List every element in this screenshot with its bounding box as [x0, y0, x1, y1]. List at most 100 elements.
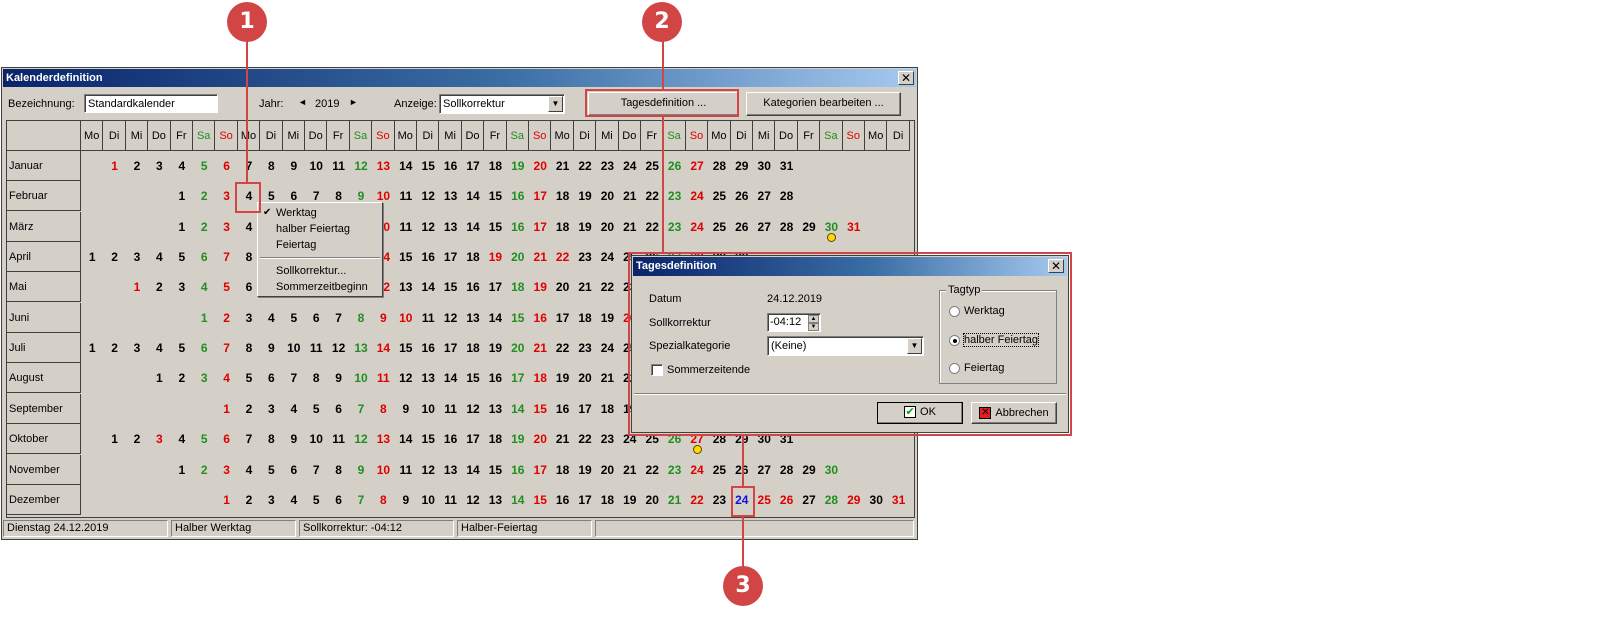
- day-cell[interactable]: 24: [686, 212, 708, 242]
- day-cell[interactable]: 4: [171, 151, 193, 181]
- day-cell[interactable]: 27: [686, 151, 708, 181]
- day-cell[interactable]: 25: [708, 181, 730, 211]
- day-cell[interactable]: 18: [462, 242, 484, 272]
- day-cell[interactable]: 2: [148, 272, 170, 302]
- day-cell[interactable]: 10: [305, 151, 327, 181]
- day-cell[interactable]: 20: [507, 333, 529, 363]
- day-cell[interactable]: 20: [596, 212, 618, 242]
- day-cell[interactable]: 21: [551, 151, 573, 181]
- day-cell[interactable]: 24: [686, 181, 708, 211]
- day-cell[interactable]: 13: [395, 272, 417, 302]
- day-cell[interactable]: 18: [484, 424, 506, 454]
- day-cell[interactable]: 16: [507, 212, 529, 242]
- day-cell[interactable]: 19: [507, 151, 529, 181]
- day-cell[interactable]: 11: [372, 363, 394, 393]
- day-cell[interactable]: 27: [753, 212, 775, 242]
- day-cell[interactable]: 10: [283, 333, 305, 363]
- day-cell[interactable]: 4: [148, 242, 170, 272]
- day-cell[interactable]: 12: [462, 485, 484, 515]
- day-cell[interactable]: 19: [484, 333, 506, 363]
- day-cell[interactable]: 30: [820, 455, 842, 485]
- day-cell[interactable]: 17: [529, 181, 551, 211]
- day-cell[interactable]: 1: [126, 272, 148, 302]
- day-cell[interactable]: 16: [529, 303, 551, 333]
- day-cell[interactable]: 11: [439, 394, 461, 424]
- day-cell[interactable]: 13: [417, 363, 439, 393]
- day-cell[interactable]: 10: [417, 394, 439, 424]
- day-cell[interactable]: 19: [529, 272, 551, 302]
- day-cell[interactable]: 1: [215, 485, 237, 515]
- day-cell[interactable]: 5: [215, 272, 237, 302]
- day-cell[interactable]: 14: [395, 151, 417, 181]
- day-cell[interactable]: 15: [462, 363, 484, 393]
- day-cell[interactable]: 11: [395, 212, 417, 242]
- day-cell[interactable]: 9: [395, 394, 417, 424]
- day-cell[interactable]: 14: [417, 272, 439, 302]
- day-cell[interactable]: 1: [171, 455, 193, 485]
- day-cell[interactable]: 11: [305, 333, 327, 363]
- day-cell[interactable]: 14: [395, 424, 417, 454]
- day-cell[interactable]: 20: [641, 485, 663, 515]
- day-cell[interactable]: 6: [283, 455, 305, 485]
- menu-item-feiertag[interactable]: Feiertag: [258, 237, 382, 253]
- day-cell[interactable]: 29: [798, 212, 820, 242]
- day-cell[interactable]: 3: [260, 394, 282, 424]
- day-cell[interactable]: 12: [417, 455, 439, 485]
- day-cell[interactable]: 15: [529, 394, 551, 424]
- day-cell[interactable]: 15: [417, 424, 439, 454]
- day-cell[interactable]: 19: [574, 455, 596, 485]
- day-cell[interactable]: 1: [193, 303, 215, 333]
- day-cell[interactable]: 5: [193, 424, 215, 454]
- day-cell[interactable]: 16: [507, 181, 529, 211]
- day-cell[interactable]: 4: [215, 363, 237, 393]
- day-cell[interactable]: 4: [283, 485, 305, 515]
- day-cell[interactable]: 2: [126, 151, 148, 181]
- menu-item-werktag[interactable]: ✔ Werktag: [258, 205, 382, 221]
- day-cell[interactable]: 12: [417, 181, 439, 211]
- day-cell[interactable]: 3: [215, 455, 237, 485]
- day-cell[interactable]: 29: [843, 485, 865, 515]
- day-cell[interactable]: 22: [551, 242, 573, 272]
- day-cell[interactable]: 21: [551, 424, 573, 454]
- day-cell[interactable]: 17: [439, 333, 461, 363]
- day-cell[interactable]: 7: [350, 485, 372, 515]
- day-cell[interactable]: 22: [574, 151, 596, 181]
- day-cell[interactable]: 28: [775, 212, 797, 242]
- day-cell[interactable]: 3: [126, 242, 148, 272]
- day-cell[interactable]: 17: [439, 242, 461, 272]
- day-cell[interactable]: 20: [507, 242, 529, 272]
- day-cell[interactable]: 22: [641, 212, 663, 242]
- day-cell[interactable]: 15: [395, 333, 417, 363]
- day-cell[interactable]: 28: [775, 181, 797, 211]
- day-cell[interactable]: 27: [753, 455, 775, 485]
- menu-item-sollkorrektur[interactable]: Sollkorrektur...: [258, 263, 382, 279]
- day-cell[interactable]: 2: [171, 363, 193, 393]
- day-cell[interactable]: 17: [484, 272, 506, 302]
- day-cell[interactable]: 9: [283, 424, 305, 454]
- day-cell[interactable]: 24: [686, 455, 708, 485]
- day-cell[interactable]: 13: [372, 424, 394, 454]
- day-cell[interactable]: 12: [439, 303, 461, 333]
- day-cell[interactable]: 2: [193, 455, 215, 485]
- day-cell[interactable]: 18: [596, 485, 618, 515]
- year-next-icon[interactable]: ►: [349, 97, 358, 107]
- day-cell[interactable]: 12: [395, 363, 417, 393]
- day-cell[interactable]: 3: [148, 151, 170, 181]
- day-cell[interactable]: 4: [238, 455, 260, 485]
- day-cell[interactable]: 3: [238, 303, 260, 333]
- day-cell[interactable]: 20: [596, 455, 618, 485]
- day-cell[interactable]: 28: [708, 151, 730, 181]
- day-cell[interactable]: 1: [171, 212, 193, 242]
- day-cell[interactable]: 29: [731, 151, 753, 181]
- day-cell[interactable]: 20: [551, 272, 573, 302]
- day-cell[interactable]: 8: [260, 424, 282, 454]
- anzeige-select[interactable]: Sollkorrektur ▼: [439, 94, 565, 114]
- day-cell[interactable]: 11: [327, 424, 349, 454]
- day-cell[interactable]: 4: [193, 272, 215, 302]
- day-cell[interactable]: 11: [439, 485, 461, 515]
- day-cell[interactable]: 15: [507, 303, 529, 333]
- day-cell[interactable]: 15: [529, 485, 551, 515]
- day-cell[interactable]: 21: [529, 333, 551, 363]
- day-cell[interactable]: 13: [484, 394, 506, 424]
- day-cell[interactable]: 16: [551, 485, 573, 515]
